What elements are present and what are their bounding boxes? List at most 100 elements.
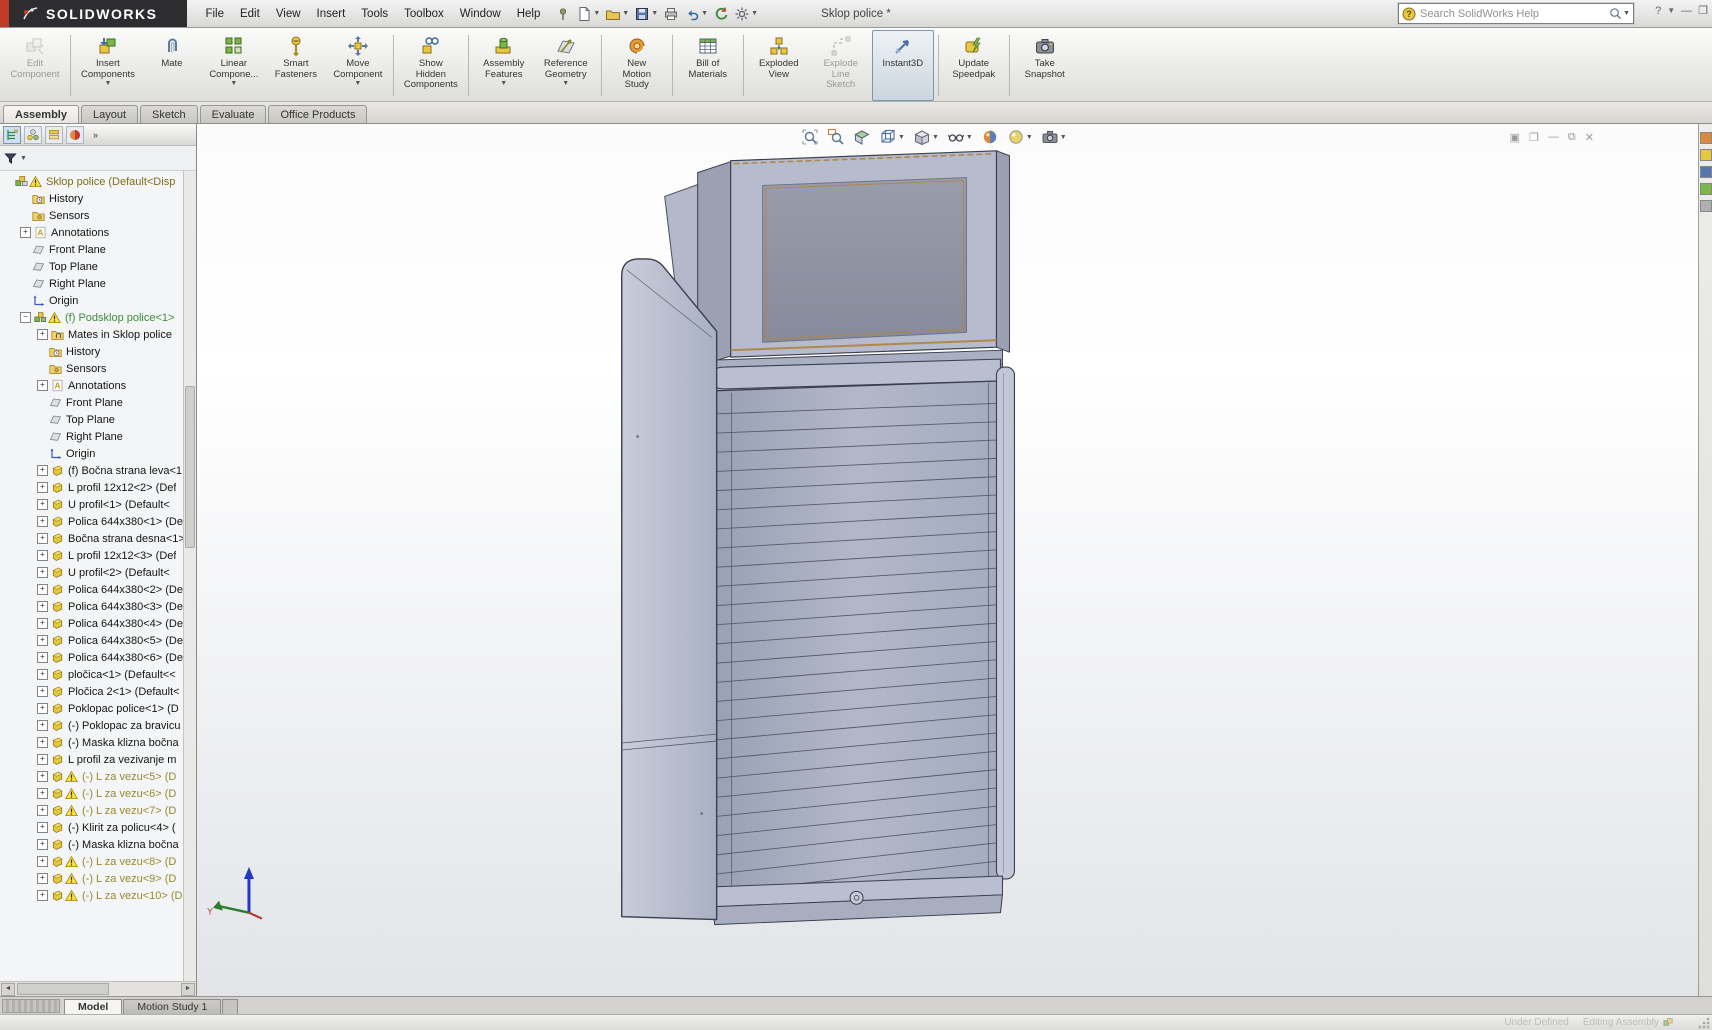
tree-item-label[interactable]: Annotations bbox=[68, 380, 126, 392]
expand-icon[interactable]: + bbox=[37, 652, 48, 663]
save-icon[interactable]: ▼ bbox=[633, 5, 659, 23]
insert-components-button[interactable]: InsertComponents▼ bbox=[75, 30, 141, 101]
tree-item-label[interactable]: (-) L za vezu<9> (D bbox=[82, 873, 176, 885]
chevron-down-icon[interactable]: ▼ bbox=[1667, 6, 1675, 15]
tree-item[interactable]: Sensors bbox=[0, 207, 196, 224]
expand-icon[interactable]: + bbox=[37, 686, 48, 697]
doc-minimize-icon[interactable]: — bbox=[1548, 131, 1559, 144]
model-right-rail[interactable] bbox=[996, 367, 1014, 879]
tree-item[interactable]: +(-) L za vezu<5> (D bbox=[0, 768, 196, 785]
expand-icon[interactable]: + bbox=[37, 584, 48, 595]
expand-icon[interactable]: + bbox=[37, 720, 48, 731]
tree-item[interactable]: Sensors bbox=[0, 360, 196, 377]
menu-insert[interactable]: Insert bbox=[309, 4, 354, 24]
tree-item[interactable]: Sklop police (Default<Disp bbox=[0, 173, 196, 190]
bottom-tab-motion-study-1[interactable]: Motion Study 1 bbox=[123, 999, 221, 1014]
speedpak-button[interactable]: UpdateSpeedpak bbox=[943, 30, 1005, 101]
tree-item-label[interactable]: (f) Bočna strana leva<1 bbox=[68, 465, 182, 477]
tree-item-label[interactable]: Poklopac police<1> (D bbox=[68, 703, 179, 715]
expand-icon[interactable]: + bbox=[37, 635, 48, 646]
menu-edit[interactable]: Edit bbox=[232, 4, 268, 24]
tree-item-label[interactable]: L profil 12x12<3> (Def bbox=[68, 550, 176, 562]
expand-icon[interactable]: + bbox=[37, 669, 48, 680]
pin-icon[interactable] bbox=[554, 5, 572, 23]
tree-item[interactable]: +(-) Klirit za policu<4> ( bbox=[0, 819, 196, 836]
tree-item[interactable]: +(-) L za vezu<7> (D bbox=[0, 802, 196, 819]
tree-item-label[interactable]: Sensors bbox=[49, 210, 89, 222]
tree-item[interactable]: Front Plane bbox=[0, 241, 196, 258]
expand-icon[interactable]: + bbox=[37, 329, 48, 340]
tree-item-label[interactable]: (-) Klirit za policu<4> ( bbox=[68, 822, 176, 834]
fm-tab-appearances-icon[interactable] bbox=[66, 126, 84, 144]
tree-item-label[interactable]: Mates in Sklop police bbox=[68, 329, 172, 341]
show-hidden-button[interactable]: ShowHiddenComponents bbox=[398, 30, 464, 101]
tree-item[interactable]: +U profil<1> (Default< bbox=[0, 496, 196, 513]
tree-item-label[interactable]: (-) Maska klizna bočna bbox=[68, 839, 179, 851]
scroll-right-arrow-icon[interactable]: ► bbox=[181, 983, 195, 996]
tree-item-label[interactable]: Pločica 2<1> (Default< bbox=[68, 686, 180, 698]
tab-sketch[interactable]: Sketch bbox=[140, 105, 198, 123]
expand-icon[interactable]: + bbox=[20, 227, 31, 238]
doc-maximize-icon[interactable]: ⧉ bbox=[1568, 131, 1576, 144]
zoom-fit-button[interactable] bbox=[799, 126, 821, 148]
tree-item[interactable]: +L profil 12x12<3> (Def bbox=[0, 547, 196, 564]
filter-button[interactable]: ▼ bbox=[4, 152, 27, 165]
task-pane-appearances-icon[interactable] bbox=[1700, 183, 1712, 195]
open-icon[interactable]: ▼ bbox=[604, 5, 630, 23]
tree-item-label[interactable]: L profil za vezivanje m bbox=[68, 754, 176, 766]
section-view-button[interactable] bbox=[851, 126, 873, 148]
tree-item-label[interactable]: (f) Podsklop police<1> bbox=[65, 312, 174, 324]
hscroll-thumb[interactable] bbox=[17, 983, 109, 995]
tree-item[interactable]: +Bočna strana desna<1> bbox=[0, 530, 196, 547]
tree-item[interactable]: +Polica 644x380<5> (De bbox=[0, 632, 196, 649]
motion-study-button[interactable]: NewMotionStudy bbox=[606, 30, 668, 101]
tree-item-label[interactable]: Polica 644x380<2> (De bbox=[68, 584, 183, 596]
tree-item-label[interactable]: Front Plane bbox=[66, 397, 123, 409]
tree-item[interactable]: Top Plane bbox=[0, 258, 196, 275]
task-pane-file-explorer-icon[interactable] bbox=[1700, 166, 1712, 178]
tree-item[interactable]: + (-) Maska klizna bočna bbox=[0, 836, 196, 853]
expand-icon[interactable]: + bbox=[37, 839, 48, 850]
view-settings-button[interactable]: ▼ bbox=[1039, 126, 1069, 148]
task-pane-resources-icon[interactable] bbox=[1700, 132, 1712, 144]
expand-icon[interactable]: + bbox=[37, 482, 48, 493]
tree-item[interactable]: + Polica 644x380<2> (De bbox=[0, 581, 196, 598]
print-icon[interactable] bbox=[662, 5, 680, 23]
tree-item-label[interactable]: Right Plane bbox=[49, 278, 106, 290]
cabinet-model[interactable] bbox=[622, 151, 1015, 925]
menu-view[interactable]: View bbox=[268, 4, 309, 24]
task-pane-design-library-icon[interactable] bbox=[1700, 149, 1712, 161]
scroll-left-arrow-icon[interactable]: ◄ bbox=[1, 983, 15, 996]
tree-item[interactable]: + pločica<1> (Default<< bbox=[0, 666, 196, 683]
expand-icon[interactable]: + bbox=[37, 805, 48, 816]
tree-item-label[interactable]: Origin bbox=[49, 295, 78, 307]
new-icon[interactable]: ▼ bbox=[575, 5, 601, 23]
expand-icon[interactable]: + bbox=[37, 890, 48, 901]
options-icon[interactable]: ▼ bbox=[733, 5, 759, 23]
tree-item[interactable]: Origin bbox=[0, 445, 196, 462]
tree-item[interactable]: +Polica 644x380<4> (De bbox=[0, 615, 196, 632]
fm-tabs-overflow-icon[interactable]: » bbox=[93, 130, 98, 140]
edit-appearance-button[interactable] bbox=[979, 126, 1001, 148]
expand-icon[interactable]: + bbox=[37, 754, 48, 765]
undo-icon[interactable]: ▼ bbox=[683, 5, 709, 23]
tree-item-label[interactable]: pločica<1> (Default<< bbox=[68, 669, 176, 681]
expand-icon[interactable]: + bbox=[37, 703, 48, 714]
tree-item-label[interactable]: U profil<1> (Default< bbox=[68, 499, 170, 511]
tree-item[interactable]: +(-) L za vezu<8> (D bbox=[0, 853, 196, 870]
tree-item-label[interactable]: Polica 644x380<4> (De bbox=[68, 618, 183, 630]
model-lock-handle[interactable] bbox=[850, 891, 863, 904]
fm-tab-propertymanager-icon[interactable] bbox=[24, 126, 42, 144]
tree-item-label[interactable]: (-) L za vezu<8> (D bbox=[82, 856, 176, 868]
display-style-button[interactable]: ▼ bbox=[911, 126, 941, 148]
tree-vertical-scrollbar[interactable] bbox=[183, 171, 196, 981]
expand-icon[interactable]: + bbox=[37, 533, 48, 544]
exploded-view-button[interactable]: ExplodedView bbox=[748, 30, 810, 101]
tree-item[interactable]: + Pločica 2<1> (Default< bbox=[0, 683, 196, 700]
tree-item[interactable]: +(-) Maska klizna bočna bbox=[0, 734, 196, 751]
fm-tab-configurationmanager-icon[interactable] bbox=[45, 126, 63, 144]
search-dropdown-icon[interactable]: ▼ bbox=[1623, 10, 1630, 17]
tree-scroll-thumb[interactable] bbox=[185, 386, 195, 548]
minimize-icon[interactable]: — bbox=[1681, 5, 1692, 17]
task-pane-strip[interactable] bbox=[1698, 124, 1712, 996]
